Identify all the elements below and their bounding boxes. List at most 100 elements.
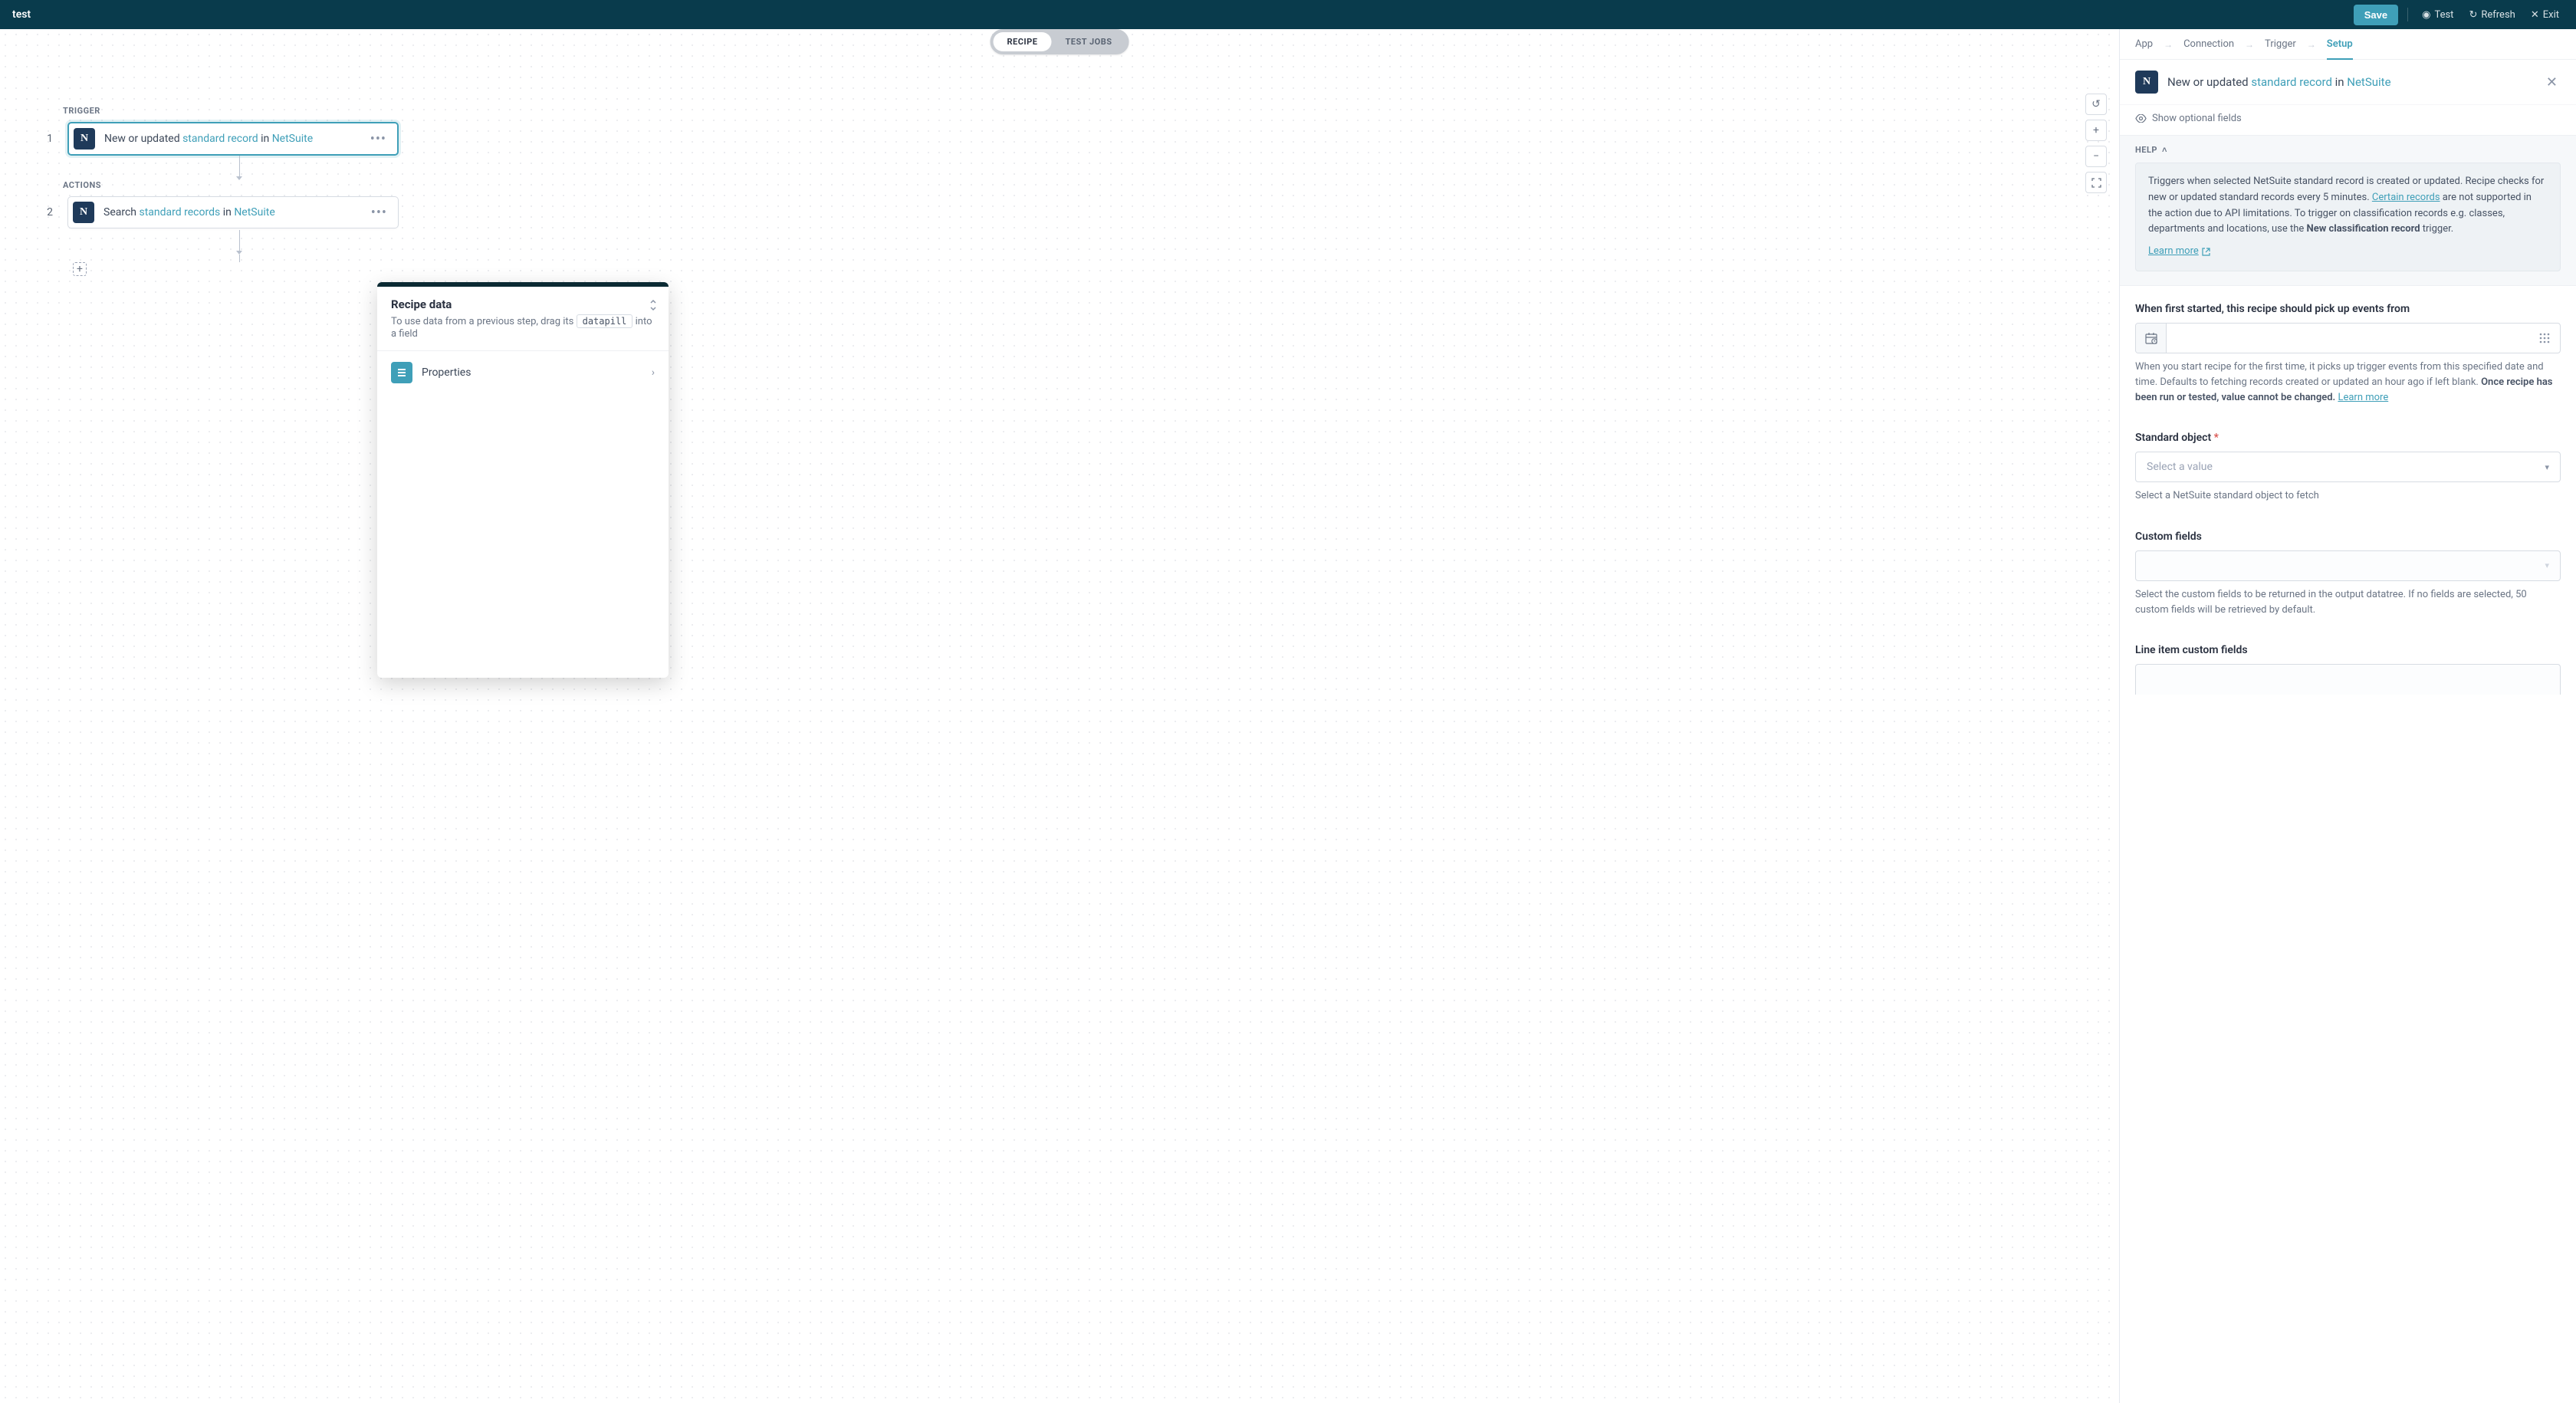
chevron-down-icon: ▾ [2545, 560, 2549, 570]
optional-label: Show optional fields [2152, 113, 2242, 124]
zoom-in-button[interactable]: + [2085, 120, 2107, 141]
standard-object-label: Standard object * [2135, 432, 2561, 444]
standard-object-help: Select a NetSuite standard object to fet… [2135, 488, 2561, 504]
arrow-icon: → [2245, 39, 2254, 50]
step-1-link: standard record [182, 133, 258, 145]
add-step-button[interactable]: + [73, 262, 87, 276]
exit-label: Exit [2543, 9, 2559, 21]
crumb-connection[interactable]: Connection [2183, 38, 2234, 50]
undo-button[interactable]: ↺ [2085, 94, 2107, 115]
step-1-more-button[interactable]: ••• [367, 131, 389, 147]
datapill-tag: datapill [577, 314, 633, 328]
tab-recipe[interactable]: RECIPE [994, 32, 1052, 51]
step-1-text: New or updated standard record in NetSui… [104, 133, 358, 145]
setup-panel: App → Connection → Trigger → Setup N New… [2119, 29, 2576, 1403]
actions-section-label: ACTIONS [63, 180, 399, 190]
breadcrumbs: App → Connection → Trigger → Setup [2120, 29, 2576, 60]
step-2-pre: Search [104, 206, 139, 219]
flow-container: TRIGGER 1 N New or updated standard reco… [46, 106, 399, 276]
test-button[interactable]: ◉ Test [2417, 6, 2458, 24]
step-2-app: NetSuite [234, 206, 274, 219]
divider [2407, 8, 2408, 21]
step-2-mid: in [220, 206, 234, 219]
custom-fields-select[interactable]: ▾ [2135, 550, 2561, 581]
tab-test-jobs[interactable]: TEST JOBS [1051, 32, 1125, 51]
crumb-setup[interactable]: Setup [2327, 38, 2353, 60]
help-t3: trigger. [2420, 223, 2454, 235]
refresh-label: Refresh [2481, 9, 2515, 21]
properties-label: Properties [422, 366, 642, 379]
help-bold: New classification record [2307, 223, 2420, 235]
arrow-icon: → [2164, 39, 2173, 50]
since-label: When first started, this recipe should p… [2135, 303, 2561, 315]
pt-link: standard record [2251, 75, 2332, 89]
pt-app: NetSuite [2347, 75, 2390, 89]
close-panel-button[interactable]: ✕ [2543, 71, 2561, 94]
help-section: HELP ˄ Triggers when selected NetSuite s… [2120, 135, 2576, 286]
exit-button[interactable]: ✕ Exit [2526, 6, 2564, 24]
since-input-wrap [2135, 323, 2561, 353]
f2-label-text: Standard object [2135, 432, 2211, 444]
external-link-icon [2202, 248, 2210, 256]
pt-pre: New or updated [2167, 75, 2251, 89]
recipe-data-collapse-button[interactable] [649, 299, 658, 311]
line-item-custom-fields-label: Line item custom fields [2135, 644, 2561, 656]
fit-button[interactable] [2085, 172, 2107, 193]
connector [80, 156, 399, 180]
step-2-text: Search standard records in NetSuite [104, 206, 359, 219]
datapill-picker-button[interactable] [2529, 324, 2560, 353]
netsuite-icon: N [2135, 71, 2158, 94]
show-optional-fields-button[interactable]: Show optional fields [2120, 105, 2576, 135]
canvas-tabs: RECIPE TEST JOBS [991, 29, 1129, 54]
panel-title: New or updated standard record in NetSui… [2167, 75, 2534, 89]
refresh-button[interactable]: ↻ Refresh [2464, 6, 2519, 24]
close-icon: ✕ [2531, 9, 2539, 21]
properties-icon [391, 362, 412, 383]
connector [80, 230, 399, 262]
trigger-section-label: TRIGGER [63, 106, 399, 116]
step-2-number: 2 [46, 206, 54, 219]
step-1-app: NetSuite [272, 133, 313, 145]
recipe-title: test [12, 8, 31, 21]
learn-more-link[interactable]: Learn more [2148, 244, 2210, 260]
recipe-data-panel: Recipe data To use data from a previous … [377, 282, 669, 678]
canvas: RECIPE TEST JOBS ↺ + − TRIGGER 1 N [0, 29, 2119, 1403]
crumb-app[interactable]: App [2135, 38, 2153, 50]
canvas-tools: ↺ + − [2085, 94, 2107, 193]
grid-icon [2538, 332, 2551, 344]
help-body: Triggers when selected NetSuite standard… [2135, 163, 2561, 271]
netsuite-icon: N [73, 202, 94, 223]
crumb-trigger[interactable]: Trigger [2265, 38, 2296, 50]
standard-object-select[interactable]: Select a value ▾ [2135, 452, 2561, 482]
line-item-custom-fields-select[interactable] [2135, 664, 2561, 695]
refresh-icon: ↻ [2469, 9, 2477, 21]
pt-mid: in [2332, 75, 2347, 89]
since-help: When you start recipe for the first time… [2135, 360, 2561, 406]
step-1-pre: New or updated [104, 133, 182, 145]
chevron-right-icon: › [652, 366, 655, 379]
step-2-card[interactable]: N Search standard records in NetSuite ••… [67, 196, 399, 228]
chevron-up-icon: ˄ [2162, 145, 2167, 155]
recipe-data-subtitle: To use data from a previous step, drag i… [391, 314, 655, 340]
f1-learn-more-link[interactable]: Learn more [2338, 392, 2388, 403]
certain-records-link[interactable]: Certain records [2372, 192, 2440, 203]
panel-header: N New or updated standard record in NetS… [2120, 60, 2576, 105]
save-button[interactable]: Save [2354, 5, 2398, 25]
test-icon: ◉ [2422, 9, 2430, 21]
step-1-card[interactable]: N New or updated standard record in NetS… [67, 122, 399, 156]
arrow-icon: → [2307, 39, 2316, 50]
test-label: Test [2434, 9, 2453, 21]
required-indicator: * [2214, 432, 2219, 444]
recipe-data-title: Recipe data [391, 297, 655, 311]
since-input[interactable] [2167, 324, 2529, 353]
custom-fields-label: Custom fields [2135, 531, 2561, 543]
f2-placeholder: Select a value [2147, 461, 2213, 473]
zoom-out-button[interactable]: − [2085, 146, 2107, 167]
properties-item[interactable]: Properties › [377, 351, 669, 394]
chevron-down-icon: ▾ [2545, 462, 2549, 472]
custom-fields-help: Select the custom fields to be returned … [2135, 587, 2561, 618]
help-toggle[interactable]: HELP ˄ [2120, 136, 2576, 163]
step-2-more-button[interactable]: ••• [368, 205, 390, 221]
rd-sub-pre: To use data from a previous step, drag i… [391, 316, 577, 327]
calendar-icon[interactable] [2136, 324, 2167, 353]
